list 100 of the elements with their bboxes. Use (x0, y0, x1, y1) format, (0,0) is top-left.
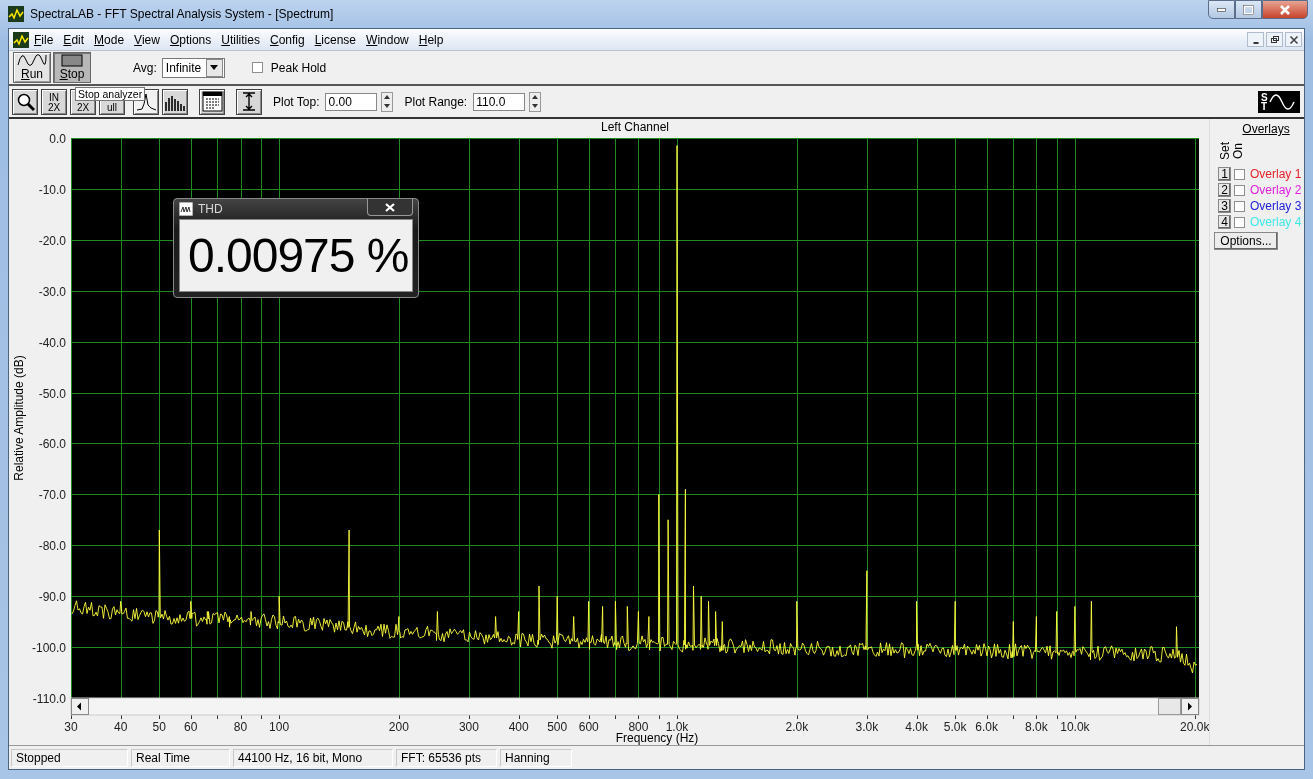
axis-label: 50 (152, 720, 166, 734)
overlay-checkbox[interactable] (1234, 200, 1245, 212)
axis-label: -20.0 (38, 233, 66, 248)
axis-label: 1.0k (665, 720, 689, 734)
menu-item[interactable]: Mode (89, 30, 130, 49)
menu-item[interactable]: Edit (58, 30, 90, 49)
overlay-label: Overlay 2 (1250, 183, 1302, 197)
status-text: FFT: 65536 pts (396, 748, 497, 767)
axis-label: -100.0 (31, 640, 66, 655)
axis-label: 3.0k (855, 720, 879, 734)
menu-item[interactable]: Config (264, 30, 310, 49)
options-button[interactable]: Options... (1214, 232, 1278, 250)
logo: S T (1258, 90, 1300, 113)
close-icon (1279, 4, 1291, 15)
axis-label: 6.0k (975, 720, 998, 734)
plot-top-label: Plot Top: (273, 94, 320, 109)
avg-dropdown[interactable]: Infinite (161, 57, 225, 78)
set-button[interactable]: 1 (1218, 167, 1231, 181)
run-button[interactable]: Run (13, 52, 51, 83)
axis-label: 4.0k (905, 720, 928, 734)
menu-item[interactable]: Options (164, 30, 217, 49)
close-button[interactable] (1285, 32, 1302, 47)
stop-button[interactable]: Stop (53, 52, 91, 83)
axis-label: 100 (269, 720, 290, 734)
chart-title: Left Channel (600, 120, 670, 134)
menu-item[interactable]: License (309, 30, 362, 49)
axis-label: 10.0k (1060, 720, 1090, 734)
scrollbar-thumb[interactable] (1158, 698, 1181, 715)
overlay-label: Overlay 3 (1250, 199, 1302, 213)
wave-icon (179, 202, 193, 216)
close-button[interactable] (367, 199, 413, 216)
axis-label: 0.0 (49, 131, 66, 146)
plot-range-field[interactable]: 110.0 (473, 92, 526, 111)
spinner[interactable] (529, 91, 542, 112)
axis-label: 400 (508, 720, 529, 734)
toolbar-button[interactable] (199, 88, 225, 115)
x-axis-title: Frequency (Hz) (615, 731, 699, 745)
restore-icon (1269, 34, 1280, 45)
maximize-button[interactable] (1235, 0, 1262, 19)
peak-hold-checkbox[interactable] (251, 62, 263, 73)
overlay-label: Overlay 4 (1250, 215, 1302, 229)
menu-item[interactable]: Help (413, 30, 449, 49)
axis-label: 80 (233, 720, 248, 734)
wave-icon (17, 53, 47, 67)
axis-label: 30 (64, 720, 78, 734)
status-text: 44100 Hz, 16 bit, Mono (233, 748, 393, 767)
axis-label: -110.0 (32, 691, 66, 706)
restore-button[interactable] (1266, 32, 1283, 47)
axis-label: -40.0 (38, 335, 66, 350)
set-button[interactable]: 3 (1218, 199, 1231, 213)
down-arrow-icon (532, 104, 539, 108)
overlay-checkbox[interactable] (1234, 168, 1245, 180)
axis-label: -10.0 (38, 182, 66, 197)
spinner[interactable] (381, 91, 394, 112)
overlay-checkbox[interactable] (1234, 184, 1245, 196)
close-icon (385, 202, 395, 212)
up-arrow-icon (532, 95, 539, 99)
window-title: THD (198, 202, 224, 216)
axis-label: -60.0 (38, 436, 66, 451)
scroll-right-button[interactable] (1181, 698, 1199, 715)
sine-wave-icon (1268, 93, 1295, 110)
y-axis-title: Relative Amplitude (dB) (12, 355, 26, 481)
axis-label: 60 (184, 720, 198, 734)
menu-item[interactable]: File (29, 30, 59, 49)
status-text: Stopped (11, 748, 128, 767)
minimize-button[interactable] (1247, 32, 1264, 47)
menu-item[interactable]: Window (361, 30, 414, 49)
toolbar-button[interactable] (236, 88, 262, 115)
toolbar-button[interactable]: IN 2X (41, 88, 67, 115)
status-text: Hanning (500, 748, 572, 767)
toolbar-button[interactable] (12, 88, 38, 115)
axis-label: 2.0k (785, 720, 809, 734)
rectangle-icon (61, 54, 83, 67)
axis-label: 800 (628, 720, 649, 734)
toolbar-button[interactable] (162, 88, 188, 115)
up-arrow-icon (384, 95, 391, 99)
window-title: SpectraLAB - FFT Spectral Analysis System - [Spectrum] (30, 7, 335, 21)
close-icon (1288, 34, 1299, 45)
scroll-left-button[interactable] (71, 698, 89, 715)
menu-item[interactable]: Utilities (216, 30, 265, 49)
overlays-heading: Overlays (1242, 122, 1290, 136)
axis-label: 600 (578, 720, 599, 734)
set-button[interactable]: 2 (1218, 183, 1231, 197)
avg-label: Avg: (133, 60, 157, 75)
axis-label: 200 (388, 720, 409, 734)
status-text: Real Time (131, 748, 230, 767)
vertical-range-icon (240, 91, 258, 112)
axis-label: 40 (114, 720, 128, 734)
peak-hold-label: Peak Hold (270, 60, 327, 75)
set-button[interactable]: 4 (1218, 215, 1231, 229)
magnifier-icon (15, 91, 35, 112)
minimize-button[interactable] (1208, 0, 1235, 19)
axis-label: -70.0 (38, 487, 66, 502)
overlay-checkbox[interactable] (1234, 216, 1245, 228)
thd-value: 0.00975 % (179, 219, 413, 292)
overlay-label: Overlay 1 (1250, 167, 1302, 181)
plot-top-field[interactable]: 0.00 (325, 92, 378, 111)
axis-label: -50.0 (38, 386, 66, 401)
menu-item[interactable]: View (129, 30, 165, 49)
axis-label: 8.0k (1025, 720, 1048, 734)
